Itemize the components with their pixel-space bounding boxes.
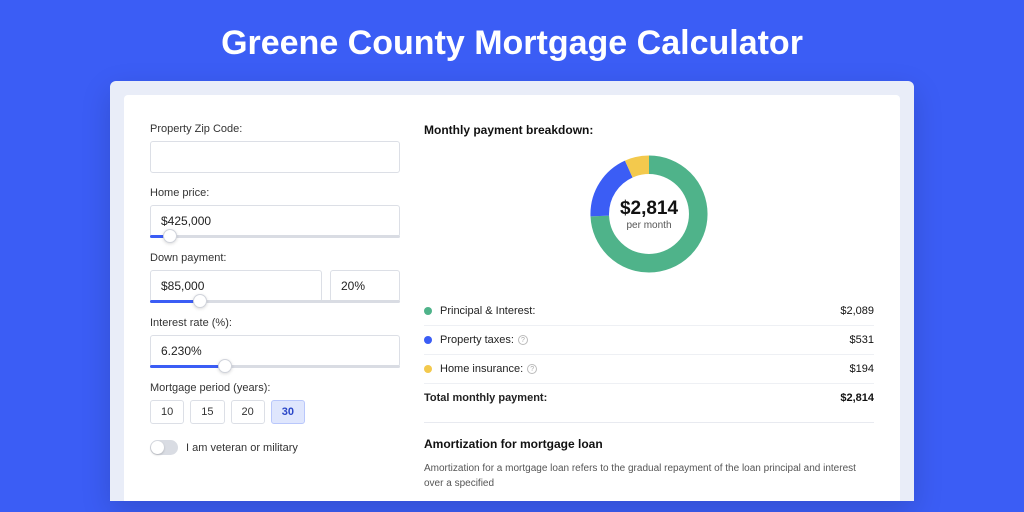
info-icon[interactable]: ?: [518, 335, 528, 345]
rate-slider-thumb[interactable]: [218, 359, 232, 373]
price-slider[interactable]: [150, 235, 400, 238]
rate-slider[interactable]: [150, 365, 400, 368]
price-input[interactable]: [150, 205, 400, 237]
input-column: Property Zip Code: Home price: Down paym…: [150, 123, 400, 501]
period-options: 10 15 20 30: [150, 400, 400, 424]
value-principal: $2,089: [840, 305, 874, 317]
period-label: Mortgage period (years):: [150, 382, 400, 394]
amortization-section: Amortization for mortgage loan Amortizat…: [424, 422, 874, 491]
veteran-label: I am veteran or military: [186, 442, 298, 454]
calculator-frame: Property Zip Code: Home price: Down paym…: [110, 81, 914, 501]
page-title: Greene County Mortgage Calculator: [0, 0, 1024, 81]
down-amount-input[interactable]: [150, 270, 322, 302]
label-principal: Principal & Interest:: [440, 305, 840, 317]
label-total: Total monthly payment:: [424, 392, 840, 404]
price-label: Home price:: [150, 187, 400, 199]
donut-amount: $2,814: [620, 198, 678, 220]
breakdown-column: Monthly payment breakdown: $2,814 per mo…: [424, 123, 874, 501]
period-btn-15[interactable]: 15: [190, 400, 224, 424]
down-slider[interactable]: [150, 300, 400, 303]
zip-input[interactable]: [150, 141, 400, 173]
label-insurance: Home insurance: ?: [440, 363, 850, 375]
donut-chart: $2,814 per month: [584, 149, 714, 279]
row-principal: Principal & Interest: $2,089: [424, 297, 874, 326]
donut-center: $2,814 per month: [584, 149, 714, 279]
rate-label: Interest rate (%):: [150, 317, 400, 329]
info-icon[interactable]: ?: [527, 364, 537, 374]
price-slider-thumb[interactable]: [163, 229, 177, 243]
label-taxes: Property taxes: ?: [440, 334, 850, 346]
value-taxes: $531: [850, 334, 874, 346]
label-insurance-text: Home insurance:: [440, 363, 523, 375]
breakdown-title: Monthly payment breakdown:: [424, 123, 874, 137]
calculator-card: Property Zip Code: Home price: Down paym…: [124, 95, 900, 501]
zip-label: Property Zip Code:: [150, 123, 400, 135]
dot-taxes: [424, 336, 432, 344]
veteran-toggle[interactable]: [150, 440, 178, 455]
zip-field: Property Zip Code:: [150, 123, 400, 173]
down-pct-input[interactable]: [330, 270, 400, 302]
amortization-title: Amortization for mortgage loan: [424, 437, 874, 451]
label-taxes-text: Property taxes:: [440, 334, 514, 346]
rate-input[interactable]: [150, 335, 400, 367]
donut-chart-wrap: $2,814 per month: [424, 149, 874, 279]
row-taxes: Property taxes: ? $531: [424, 326, 874, 355]
row-total: Total monthly payment: $2,814: [424, 384, 874, 412]
dot-principal: [424, 307, 432, 315]
price-field: Home price:: [150, 187, 400, 238]
donut-sub: per month: [626, 220, 671, 231]
dot-insurance: [424, 365, 432, 373]
rate-field: Interest rate (%):: [150, 317, 400, 368]
period-btn-30[interactable]: 30: [271, 400, 305, 424]
value-insurance: $194: [850, 363, 874, 375]
period-btn-20[interactable]: 20: [231, 400, 265, 424]
down-slider-thumb[interactable]: [193, 294, 207, 308]
period-btn-10[interactable]: 10: [150, 400, 184, 424]
value-total: $2,814: [840, 392, 874, 404]
period-field: Mortgage period (years): 10 15 20 30: [150, 382, 400, 424]
down-label: Down payment:: [150, 252, 400, 264]
row-insurance: Home insurance: ? $194: [424, 355, 874, 384]
rate-slider-fill: [150, 365, 225, 368]
toggle-knob: [151, 441, 164, 454]
amortization-text: Amortization for a mortgage loan refers …: [424, 461, 874, 491]
veteran-row: I am veteran or military: [150, 440, 400, 455]
down-field: Down payment:: [150, 252, 400, 303]
